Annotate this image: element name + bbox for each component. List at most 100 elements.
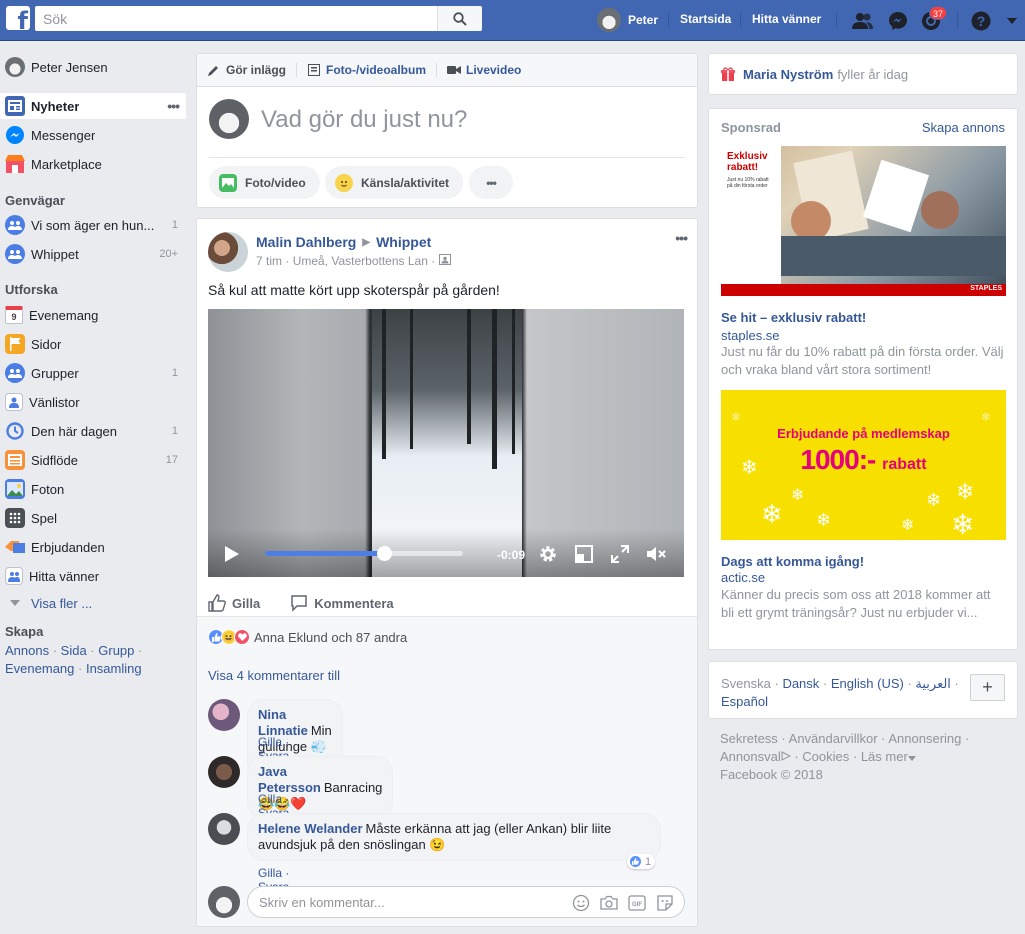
profile-link[interactable]: Peter	[597, 7, 658, 33]
avatar[interactable]	[208, 699, 240, 731]
feeling-activity-button[interactable]: Känsla/aktivitet	[325, 166, 464, 199]
video-scrubber-handle[interactable]	[376, 546, 392, 561]
video-player[interactable]: -0:09	[208, 309, 684, 577]
gear-icon[interactable]	[537, 543, 559, 565]
search-button[interactable]	[437, 6, 482, 31]
ad-image-staples[interactable]: Exklusiv rabatt! Just nu 10% rabatt på d…	[721, 146, 1006, 296]
create-page-link[interactable]: Sida	[61, 643, 87, 658]
search-box	[35, 6, 482, 31]
ad-domain[interactable]: actic.se	[721, 570, 765, 585]
language-link[interactable]: Español	[721, 694, 768, 709]
birthday-card: Maria Nyström fyller år idag	[708, 53, 1018, 95]
post-options-icon[interactable]: •••	[675, 230, 688, 246]
sidebar-item-events[interactable]: 9 Evenemang	[0, 302, 186, 328]
home-link[interactable]: Startsida	[680, 12, 731, 26]
sidebar-item-marketplace[interactable]: Marketplace	[0, 151, 186, 177]
create-fundraiser-link[interactable]: Insamling	[86, 661, 142, 676]
comment-like-count[interactable]: 1	[627, 854, 656, 869]
sidebar-item-photos[interactable]: Foton	[0, 476, 186, 502]
language-link[interactable]: Dansk	[782, 676, 819, 691]
language-link[interactable]: English (US)	[831, 676, 904, 691]
tab-photo-album[interactable]: Foto-/videoalbum	[307, 63, 426, 77]
play-icon[interactable]	[221, 543, 243, 565]
sidebar-item-count: 1	[171, 219, 178, 231]
avatar[interactable]	[208, 232, 248, 272]
birthday-reminder[interactable]: Maria Nyström fyller år idag	[709, 54, 1017, 94]
sidebar-item-friend-lists[interactable]: Vänlistor	[0, 389, 186, 415]
footer-link[interactable]: Annonsering	[888, 731, 961, 746]
footer-link[interactable]: Cookies	[802, 749, 849, 764]
account-menu-chevron-down-icon[interactable]	[1000, 9, 1024, 33]
tab-make-post[interactable]: Gör inlägg	[207, 63, 286, 77]
fullscreen-icon[interactable]	[609, 543, 631, 565]
more-options-icon[interactable]: •••	[469, 166, 513, 199]
sidebar-item-groups[interactable]: Grupper 1	[0, 360, 186, 386]
commenter-name[interactable]: Nina Linnatie	[258, 707, 308, 738]
birthday-person-link[interactable]: Maria Nyström	[743, 67, 833, 82]
gif-icon[interactable]: GIF	[627, 893, 647, 913]
create-group-link[interactable]: Grupp	[98, 643, 134, 658]
reactions-summary[interactable]: 😆 Anna Eklund och 87 andra	[208, 629, 407, 645]
commenter-name[interactable]: Java Petersson	[258, 764, 321, 795]
avatar[interactable]	[208, 756, 240, 788]
view-more-comments-link[interactable]: Visa 4 kommentarer till	[208, 668, 340, 683]
comment-like-link[interactable]: Gilla	[258, 866, 282, 880]
footer-link[interactable]: Annonsval	[720, 749, 781, 764]
create-ad-link[interactable]: Skapa annons	[922, 120, 1005, 135]
composer-body[interactable]: Vad gör du just nu?	[197, 87, 697, 165]
comment-input[interactable]: Skriv en kommentar... GIF	[247, 886, 685, 918]
camera-icon[interactable]	[599, 893, 619, 913]
add-language-button[interactable]: +	[970, 674, 1005, 701]
ad-title[interactable]: Dags att komma igång!	[721, 554, 864, 569]
sidebar-item-messenger[interactable]: Messenger	[0, 122, 186, 148]
video-progress-bar[interactable]	[265, 546, 463, 561]
post-time[interactable]: 7 tim	[256, 254, 282, 268]
arrow-right-icon: ▶	[362, 236, 371, 248]
sidebar-item-find-friends[interactable]: Hitta vänner	[0, 563, 186, 589]
footer-link[interactable]: Användarvillkor	[789, 731, 878, 746]
sidebar-item-profile[interactable]: Peter Jensen	[0, 54, 186, 80]
comment-like-link[interactable]: Gilla	[258, 792, 282, 806]
photo-video-button[interactable]: Foto/video	[209, 166, 320, 199]
sidebar-item-on-this-day[interactable]: Den här dagen 1	[0, 418, 186, 444]
friend-requests-icon[interactable]	[851, 9, 875, 33]
facebook-logo[interactable]: f	[6, 6, 30, 33]
messenger-icon[interactable]	[886, 9, 910, 33]
ad-domain[interactable]: staples.se	[721, 328, 780, 343]
pill-label: Känsla/aktivitet	[361, 175, 450, 190]
create-ad-link[interactable]: Annons	[5, 643, 49, 658]
sidebar-item-pages-feed[interactable]: Sidflöde 17	[0, 447, 186, 473]
search-input[interactable]	[35, 6, 437, 31]
sidebar-item-games[interactable]: Spel	[0, 505, 186, 531]
sidebar-item-news-feed[interactable]: Nyheter •••	[0, 93, 186, 119]
footer-link[interactable]: Läs mer	[861, 749, 908, 764]
language-link[interactable]: العربية	[915, 676, 951, 691]
comment-button[interactable]: Kommentera	[290, 594, 394, 612]
sidebar-item-pages[interactable]: Sidor	[0, 331, 186, 357]
privacy-icon[interactable]	[438, 254, 451, 268]
mute-icon[interactable]	[645, 543, 667, 565]
ad-title[interactable]: Se hit – exklusiv rabatt!	[721, 310, 866, 325]
commenter-name[interactable]: Helene Welander	[258, 821, 363, 836]
comment-like-link[interactable]: Gilla	[258, 735, 282, 749]
post-location[interactable]: Umeå, Vasterbottens Lan	[293, 254, 428, 268]
sidebar-item-shortcut-whippet[interactable]: Whippet 20+	[0, 241, 186, 267]
composer-input[interactable]: Vad gör du just nu?	[261, 106, 467, 134]
sidebar-item-shortcut-group[interactable]: Vi som äger en hun... 1	[0, 212, 186, 238]
footer-link[interactable]: Sekretess	[720, 731, 778, 746]
help-icon[interactable]: ?	[969, 9, 993, 33]
create-event-link[interactable]: Evenemang	[5, 661, 74, 676]
sidebar-item-offers[interactable]: Erbjudanden	[0, 534, 186, 560]
more-options-icon[interactable]: •••	[167, 98, 180, 114]
find-friends-link[interactable]: Hitta vänner	[752, 12, 821, 26]
emoji-icon[interactable]	[571, 893, 591, 913]
like-button[interactable]: Gilla	[208, 594, 260, 612]
see-more-link[interactable]: Visa fler ...	[0, 590, 186, 616]
group-link[interactable]: Whippet	[376, 234, 431, 250]
sticker-icon[interactable]	[655, 893, 675, 913]
avatar[interactable]	[208, 813, 240, 845]
author-link[interactable]: Malin Dahlberg	[256, 234, 356, 250]
ad-image-actic[interactable]: ❄ ❄ ❄ ❄ ❄ ❄ ❄ ❄ ❄ ❄ Erbjudande på medlem…	[721, 390, 1006, 540]
tab-live-video[interactable]: Livevideo	[447, 63, 521, 77]
mini-player-icon[interactable]	[573, 543, 595, 565]
